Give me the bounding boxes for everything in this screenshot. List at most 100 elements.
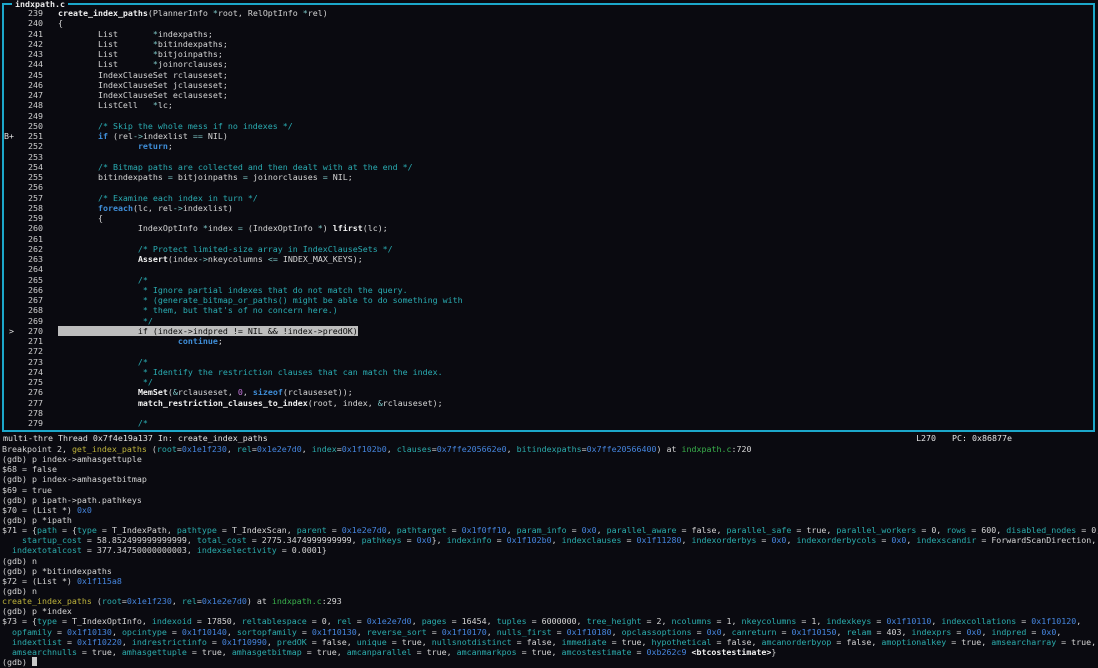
line-number: 259 — [28, 213, 43, 223]
text-segment: get_index_paths — [71, 444, 147, 454]
text-segment: 0x1f10220 — [76, 636, 122, 647]
text-segment: = 403, — [871, 626, 912, 637]
source-line: 245 IndexClauseSet rclauseset; — [4, 70, 1093, 80]
text-segment: create_index_paths — [58, 8, 148, 18]
gdb-output-line: $69 = true — [2, 485, 1098, 495]
text-segment: = — [631, 646, 647, 657]
text-segment: = { — [56, 525, 77, 536]
source-line: 252 return; — [4, 141, 1093, 151]
source-code: foreach(lc, rel->indexlist) — [58, 203, 233, 213]
text-segment: 0x1e2e7d0 — [201, 596, 247, 607]
text-segment: indxpath.c — [681, 444, 732, 454]
text-segment: = — [876, 535, 892, 546]
text-segment: List — [58, 38, 153, 49]
text-segment: pathtype — [176, 525, 217, 536]
source-code: bitindexpaths = bitjoinpaths = joinorcla… — [58, 172, 353, 182]
source-code: /* — [58, 357, 148, 367]
text-segment: NIL; — [327, 172, 353, 182]
text-segment — [58, 398, 138, 408]
text-segment: clauses — [396, 444, 432, 454]
text-segment: (gdb) n — [2, 555, 37, 566]
source-code: List *bitindexpaths; — [58, 39, 228, 49]
line-number: 239 — [28, 8, 43, 18]
text-segment: = 0.0001} — [276, 545, 327, 556]
text-segment: 0x1f115a8 — [76, 575, 122, 586]
text-segment: $68 = false — [2, 464, 57, 475]
text-segment: indexoid — [151, 616, 192, 627]
text-segment: = — [566, 525, 582, 536]
text-segment: amcostestimate — [561, 646, 632, 657]
source-line: 265 /* — [4, 275, 1093, 285]
source-code: IndexClauseSet eclauseset; — [58, 90, 228, 100]
source-code: { — [58, 213, 103, 223]
text-segment: (rel — [107, 131, 133, 141]
line-number: 250 — [28, 120, 43, 131]
text-segment: , — [1076, 616, 1082, 627]
line-number: 256 — [28, 182, 43, 193]
source-line: 278 — [4, 408, 1093, 418]
source-line: 255 bitindexpaths = bitjoinpaths = joino… — [4, 172, 1093, 182]
text-segment: immediate — [561, 636, 607, 647]
gdb-output-line: $73 = {type = T_IndexOptInfo, indexoid =… — [2, 616, 1098, 626]
gdb-console[interactable]: Breakpoint 2, get_index_paths (root=0x1e… — [2, 444, 1098, 668]
line-number: 272 — [28, 346, 43, 357]
text-segment: 0x1f10130 — [311, 626, 357, 637]
line-number: 275 — [28, 377, 43, 387]
text-segment: 0x1e1f230 — [126, 596, 172, 607]
line-number: 274 — [28, 366, 43, 377]
current-source-line-code: if (index->indpred != NIL && !index->pre… — [58, 325, 358, 336]
text-segment: amcanparallel — [346, 646, 412, 657]
source-line: 266 * Ignore partial indexes that do not… — [4, 285, 1093, 295]
text-segment: (lc); — [362, 223, 388, 234]
terminal-cursor[interactable] — [31, 656, 37, 666]
text-segment: List — [58, 28, 153, 39]
text-segment: predOK — [276, 636, 307, 647]
text-segment: disabled_nodes — [1006, 525, 1077, 536]
text-segment: = 2775.3474999999999, — [246, 535, 362, 546]
text-segment: ncolumns — [671, 616, 712, 627]
text-segment: = 0, — [916, 525, 947, 536]
text-segment: joinorclauses — [247, 172, 323, 182]
line-number: 244 — [28, 59, 43, 70]
text-segment: :293 — [321, 596, 342, 607]
text-segment: = — [296, 626, 312, 637]
text-segment: continue — [177, 336, 218, 346]
text-segment: INDEX_MAX_KEYS); — [277, 254, 363, 264]
text-segment: , — [506, 444, 517, 454]
text-segment: hypothetical — [651, 636, 712, 647]
source-code-lines[interactable]: 239 create_index_paths(PlannerInfo *root,… — [4, 5, 1093, 430]
text-segment: $71 = { — [2, 525, 37, 536]
text-segment: (gdb) p *bitindexpaths — [2, 565, 112, 576]
source-code: ListCell *lc; — [58, 100, 173, 110]
text-segment: = 17850, — [191, 616, 242, 627]
text-segment: -> — [172, 202, 183, 213]
text-segment: /* Examine each index in turn */ — [58, 192, 258, 203]
text-segment: * (generate_bitmap_or_paths() might be a… — [58, 295, 463, 305]
text-segment: <= — [267, 254, 278, 264]
text-segment: 0x1f10110 — [886, 616, 932, 627]
text-segment: = 600, — [966, 525, 1007, 536]
gdb-output-line: Breakpoint 2, get_index_paths (root=0x1e… — [2, 444, 1098, 454]
text-segment: = 377.34750000000003, — [81, 545, 197, 556]
text-segment: indexpaths; — [157, 28, 213, 39]
source-line: 279 /* — [4, 418, 1093, 428]
text-segment: index — [207, 223, 238, 234]
text-segment: bitjoinpaths; — [157, 49, 223, 59]
text-segment: (rclauseset)); — [282, 387, 353, 398]
text-segment: unique — [356, 636, 387, 647]
source-line: 248 ListCell *lc; — [4, 100, 1093, 110]
text-segment: , — [836, 626, 847, 637]
line-number: 255 — [28, 172, 43, 182]
text-segment: = — [621, 535, 637, 546]
text-segment: joinorclauses; — [157, 59, 228, 70]
status-right-group: L270 PC: 0x86877e — [916, 433, 1098, 443]
text-segment: = true, — [946, 636, 992, 647]
text-segment: (PlannerInfo — [147, 8, 213, 18]
text-segment: indpred — [991, 626, 1027, 637]
source-line: 277 match_restriction_clauses_to_index(r… — [4, 398, 1093, 408]
text-segment: = — [491, 535, 507, 546]
source-line: 240 { — [4, 18, 1093, 28]
text-segment: = false, — [306, 636, 357, 647]
text-segment: tree_height — [586, 616, 642, 627]
line-number: 243 — [28, 49, 43, 59]
